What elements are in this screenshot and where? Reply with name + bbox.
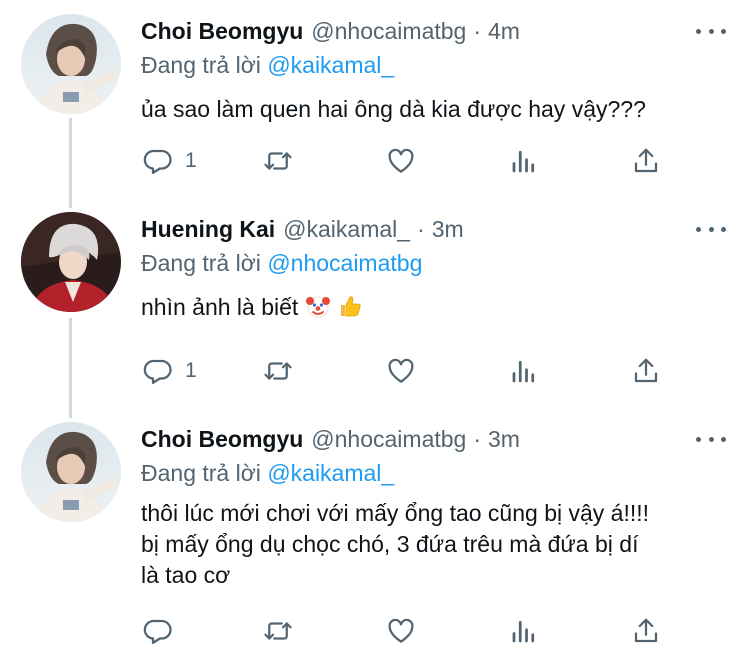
tweet-text-content: ủa sao làm quen hai ông dà kia được hay … [141,96,646,122]
display-name[interactable]: Choi Beomgyu [141,18,303,45]
more-icon[interactable] [696,218,726,240]
separator-dot: · [473,17,482,44]
replying-to-prefix: Đang trả lời [141,52,261,78]
replying-to-prefix: Đang trả lời [141,460,261,486]
share-button[interactable] [631,354,661,388]
tweet-text-line: bị mấy ổng dụ chọc chó, 3 đứa trêu mà đứ… [141,531,639,557]
like-button[interactable] [386,144,416,178]
tweet-1[interactable]: Choi Beomgyu @nhocaimatbg · 4m Đang trả … [0,14,750,204]
retweet-icon [263,616,293,646]
tweet-text-content: nhìn ảnh là biết [141,294,299,320]
share-icon [631,616,661,646]
reply-icon [143,616,173,646]
clown-face-emoji [305,293,331,327]
tweet-text-line: là tao cơ [141,562,231,588]
tweet-text: thôi lúc mới chơi với mấy ổng tao cũng b… [141,498,721,591]
analytics-button[interactable] [509,354,539,388]
replying-to-mention[interactable]: @nhocaimatbg [267,250,422,276]
heart-icon [386,356,416,386]
share-button[interactable] [631,144,661,178]
retweet-icon [263,146,293,176]
replying-to-prefix: Đang trả lời [141,250,261,276]
timestamp[interactable]: 3m [488,426,520,453]
replying-to-mention[interactable]: @kaikamal_ [267,52,394,78]
avatar-beomgyu[interactable] [21,422,121,522]
tweet-text: nhìn ảnh là biết [141,292,721,327]
retweet-button[interactable] [263,614,293,648]
analytics-button[interactable] [509,614,539,648]
reply-button[interactable]: 1 [143,354,197,388]
replying-to: Đang trả lời @kaikamal_ [141,52,394,79]
like-button[interactable] [386,354,416,388]
display-name[interactable]: Huening Kai [141,216,275,243]
analytics-icon [509,146,539,176]
tweet-2[interactable]: Huening Kai @kaikamal_ · 3m Đang trả lời… [0,212,750,407]
more-icon[interactable] [696,428,726,450]
heart-icon [386,616,416,646]
like-button[interactable] [386,614,416,648]
user-handle[interactable]: @nhocaimatbg [311,18,466,45]
reply-icon [143,146,173,176]
avatar-kai[interactable] [21,212,121,312]
retweet-button[interactable] [263,354,293,388]
reply-count: 1 [185,149,197,172]
retweet-button[interactable] [263,144,293,178]
timestamp[interactable]: 3m [432,216,464,243]
reply-button[interactable] [143,614,185,648]
replying-to: Đang trả lời @nhocaimatbg [141,250,422,277]
heart-icon [386,146,416,176]
tweet-3[interactable]: Choi Beomgyu @nhocaimatbg · 3m Đang trả … [0,422,750,658]
reply-button[interactable]: 1 [143,144,197,178]
action-bar: 1 [141,144,681,178]
share-icon [631,356,661,386]
tweet-header: Choi Beomgyu @nhocaimatbg · 4m [141,14,520,48]
thumbs-up-emoji [337,293,363,327]
retweet-icon [263,356,293,386]
tweet-header: Huening Kai @kaikamal_ · 3m [141,212,464,246]
more-icon[interactable] [696,20,726,42]
avatar-beomgyu[interactable] [21,14,121,114]
share-button[interactable] [631,614,661,648]
separator-dot: · [473,425,482,452]
replying-to: Đang trả lời @kaikamal_ [141,460,394,487]
analytics-icon [509,616,539,646]
tweet-header: Choi Beomgyu @nhocaimatbg · 3m [141,422,520,456]
display-name[interactable]: Choi Beomgyu [141,426,303,453]
reply-icon [143,356,173,386]
separator-dot: · [417,215,425,242]
action-bar [141,614,681,648]
user-handle[interactable]: @nhocaimatbg [311,426,466,453]
analytics-button[interactable] [509,144,539,178]
user-handle[interactable]: @kaikamal_ [283,216,410,243]
tweet-text-line: thôi lúc mới chơi với mấy ổng tao cũng b… [141,500,650,526]
replying-to-mention[interactable]: @kaikamal_ [267,460,394,486]
timestamp[interactable]: 4m [488,18,520,45]
analytics-icon [509,356,539,386]
action-bar: 1 [141,354,681,388]
reply-count: 1 [185,359,197,382]
share-icon [631,146,661,176]
tweet-text: ủa sao làm quen hai ông dà kia được hay … [141,94,721,125]
